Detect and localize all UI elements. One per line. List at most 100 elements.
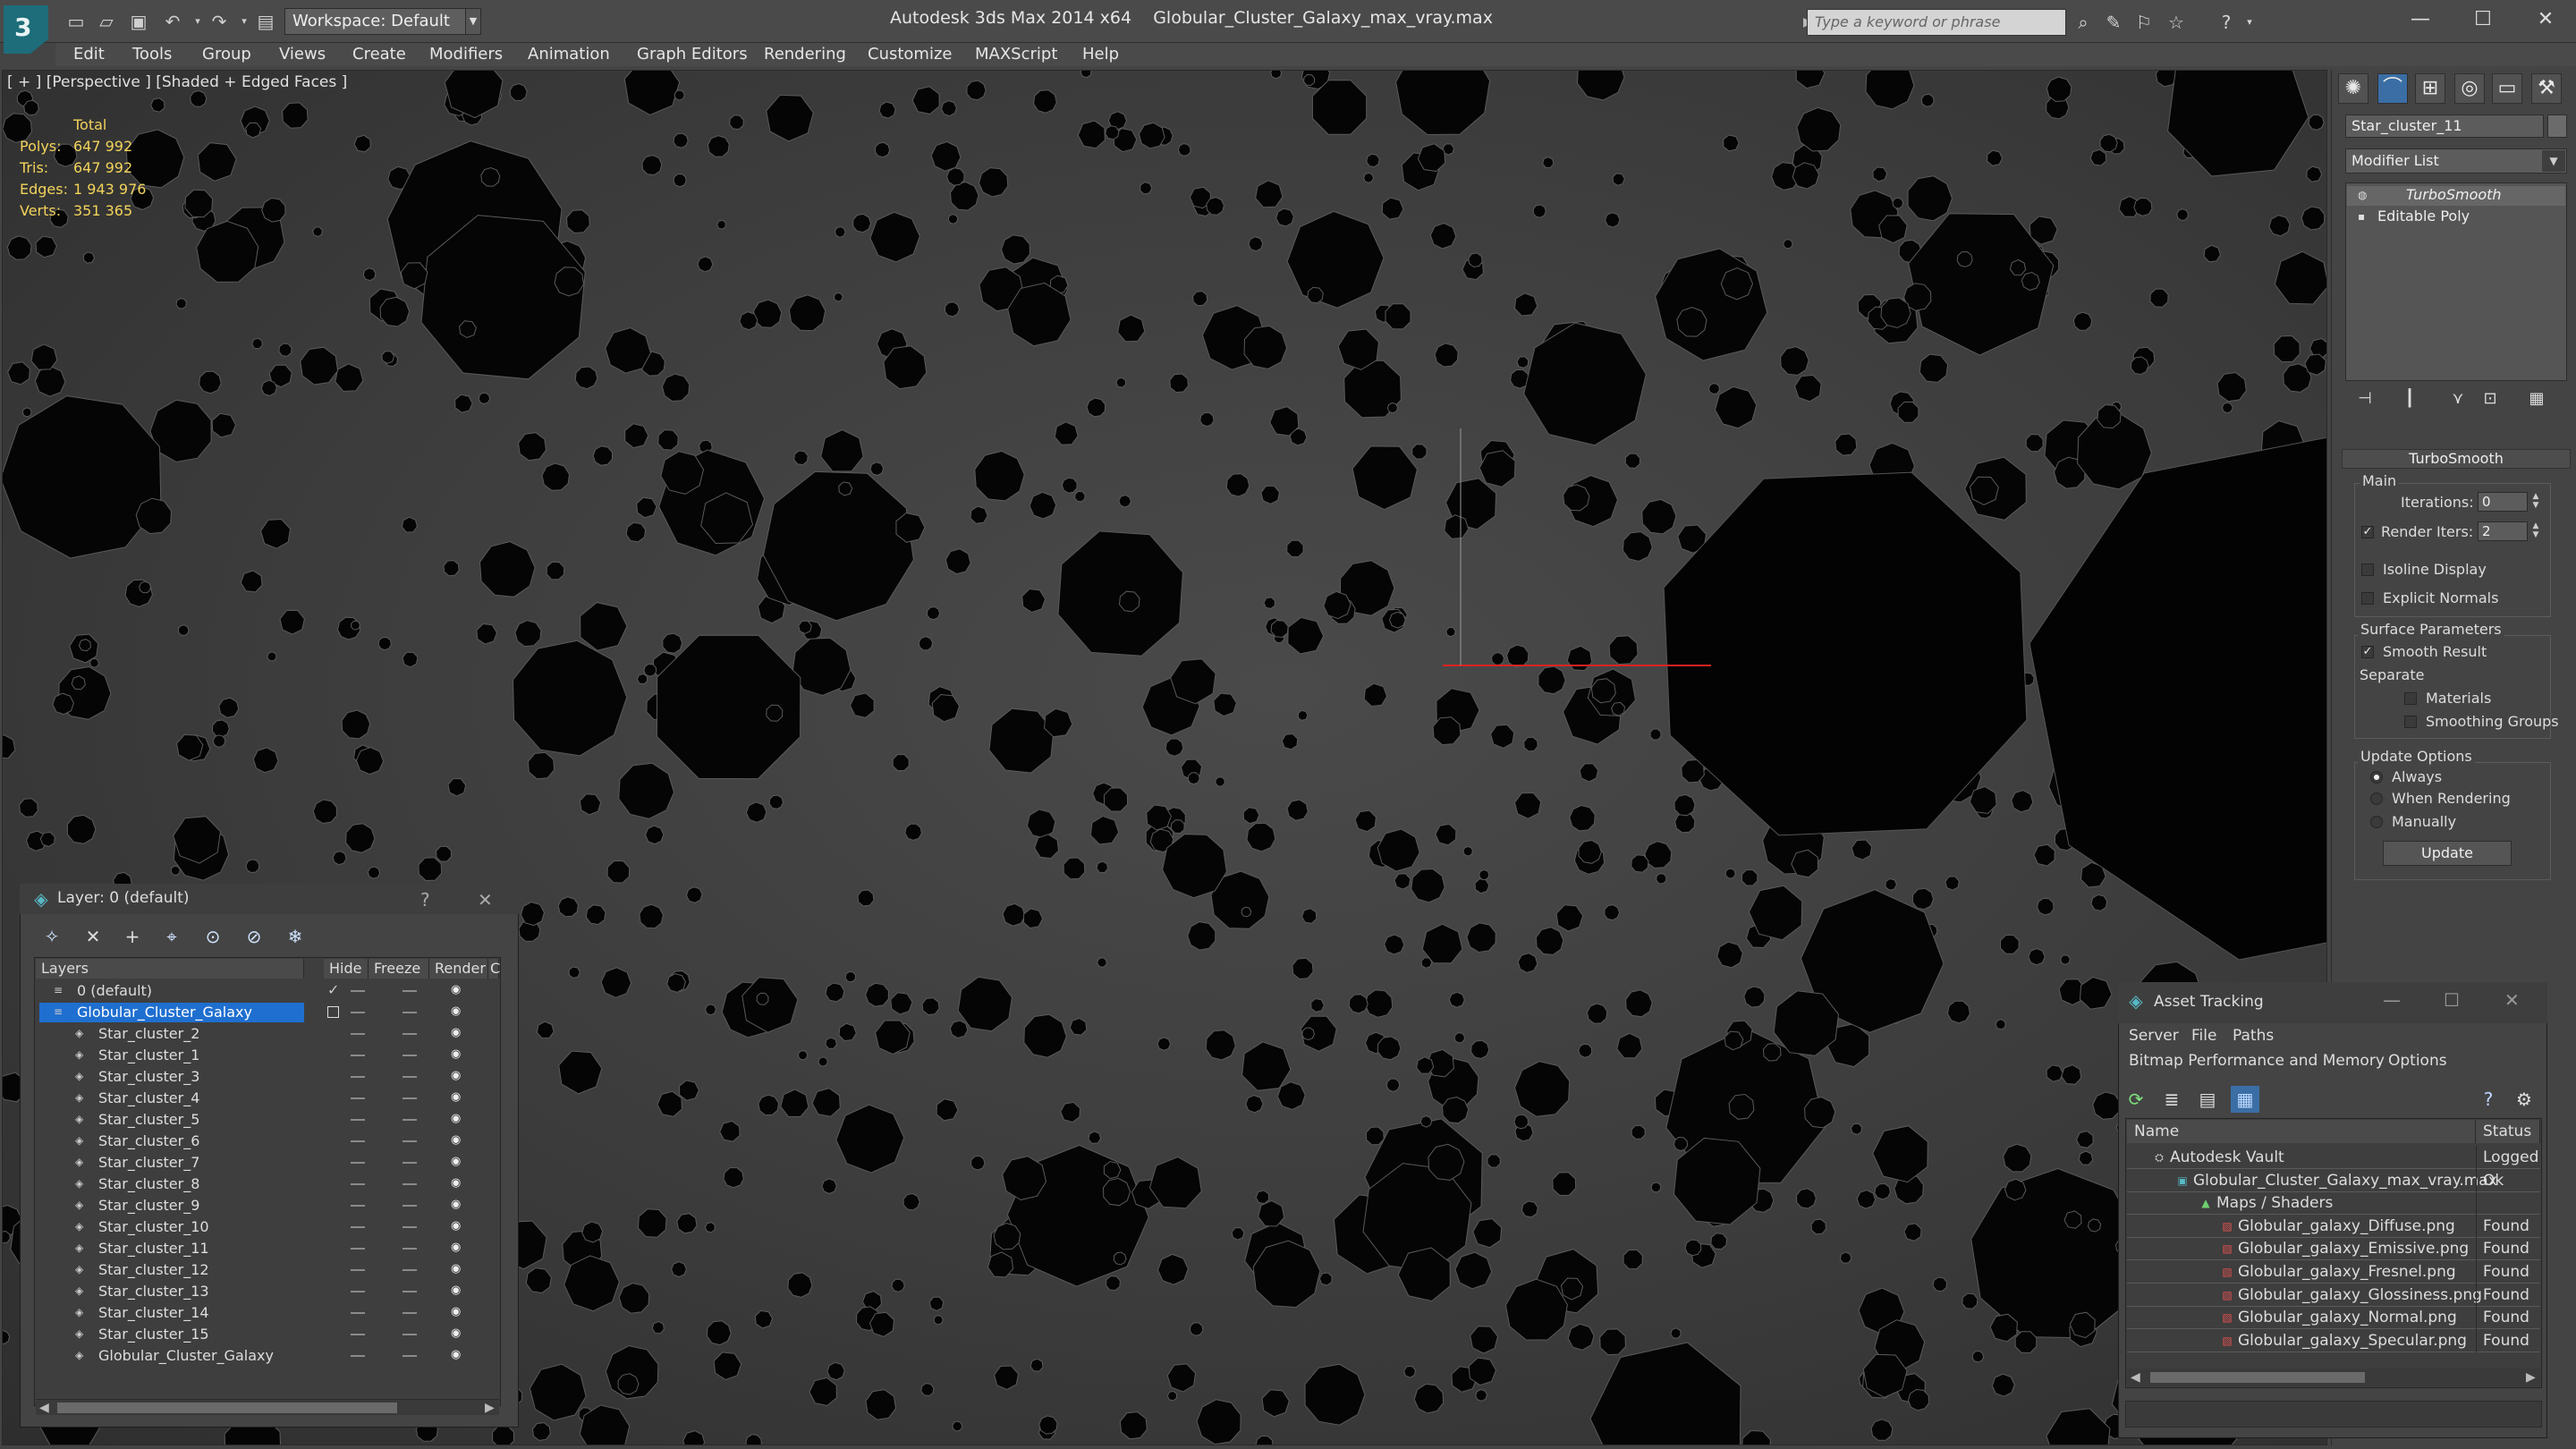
render-teapot-icon[interactable]: ◉ (451, 1005, 463, 1018)
menu-paths[interactable]: Paths (2233, 1027, 2274, 1045)
help-icon[interactable]: ? (2474, 1086, 2503, 1113)
hide-toggle[interactable] (351, 1226, 365, 1228)
layer-row[interactable]: ◈ Star_cluster_3 ◉ (36, 1066, 499, 1088)
freeze-toggle[interactable] (402, 1269, 417, 1271)
render-teapot-icon[interactable]: ◉ (451, 1306, 463, 1318)
layer-row[interactable]: ◈ Star_cluster_12 ◉ (36, 1259, 499, 1281)
asset-row[interactable]: ▧ Globular_galaxy_Emissive.png Found (2127, 1237, 2540, 1261)
col-render[interactable]: Render (429, 959, 488, 979)
help-button[interactable]: ? (420, 889, 430, 911)
layer-row[interactable]: ◈ Star_cluster_10 ◉ (36, 1216, 499, 1238)
render-teapot-icon[interactable]: ◉ (451, 1220, 463, 1233)
scrollbar-thumb[interactable] (2150, 1372, 2365, 1383)
scroll-right-icon[interactable]: ▶ (485, 1401, 495, 1415)
hide-toggle[interactable] (351, 1033, 365, 1035)
layer-row[interactable]: ≡ 0 (default) ✓ ◉ (36, 980, 499, 1002)
freeze-toggle[interactable] (402, 1140, 417, 1142)
layer-row[interactable]: ◈ Star_cluster_1 ◉ (36, 1045, 499, 1066)
hide-toggle[interactable] (351, 1055, 365, 1056)
viewport-label[interactable]: [ + ] [Perspective ] [Shaded + Edged Fac… (7, 73, 347, 91)
maximize-icon[interactable]: ☐ (2456, 4, 2510, 36)
smoothing-groups-checkbox[interactable] (2404, 716, 2417, 728)
stack-item-editable-poly[interactable]: Editable Poly (2377, 208, 2470, 225)
layer-row[interactable]: ◈ Star_cluster_9 ◉ (36, 1195, 499, 1216)
layer-row[interactable]: ◈ Star_cluster_6 ◉ (36, 1131, 499, 1152)
render-iters-spinner-icon[interactable]: ▲ ▼ (2529, 521, 2542, 541)
col-color[interactable]: C (488, 959, 500, 979)
menu-create[interactable]: Create (352, 43, 406, 66)
hide-toggle[interactable] (351, 1312, 365, 1314)
remove-modifier-icon[interactable]: ⊡ (2478, 386, 2503, 411)
maximize-icon[interactable]: ☐ (2444, 989, 2460, 1011)
hide-toggle[interactable] (351, 1076, 365, 1078)
search-input[interactable]: Type a keyword or phrase (1807, 9, 2066, 36)
hide-toggle[interactable] (351, 1355, 365, 1357)
app-logo-button[interactable]: 3 (4, 5, 48, 54)
layer-row[interactable]: ◈ Star_cluster_5 ◉ (36, 1109, 499, 1131)
freeze-toggle[interactable] (402, 1162, 417, 1164)
delete-layer-icon[interactable]: ✕ (79, 923, 107, 950)
help-icon[interactable]: ? (2215, 11, 2238, 34)
display-tab-icon[interactable]: ▭ (2492, 73, 2522, 104)
modify-tab-icon[interactable]: ⌒ (2377, 73, 2408, 104)
asset-row[interactable]: ▲ Maps / Shaders (2127, 1191, 2540, 1216)
chevron-down-icon[interactable]: ▼ (2542, 150, 2565, 172)
layer-row[interactable]: ◈ Globular_Cluster_Galaxy ◉ (36, 1345, 499, 1367)
add-to-layer-icon[interactable]: + (118, 923, 147, 950)
freeze-toggle[interactable] (402, 1119, 417, 1121)
close-button[interactable]: ✕ (478, 889, 493, 911)
settings-icon[interactable]: ⚙ (2510, 1086, 2538, 1113)
menu-modifiers[interactable]: Modifiers (429, 43, 503, 66)
isoline-display-checkbox[interactable] (2361, 564, 2374, 576)
configure-modifier-sets-icon[interactable]: ▦ (2524, 386, 2549, 411)
layer-row[interactable]: ◈ Star_cluster_13 ◉ (36, 1281, 499, 1302)
minimize-icon[interactable]: — (2383, 989, 2401, 1011)
close-icon[interactable]: ✕ (2519, 4, 2572, 36)
layer-row[interactable]: ◈ Star_cluster_14 ◉ (36, 1302, 499, 1324)
highlight-layer-icon[interactable]: ⊙ (199, 923, 227, 950)
when-rendering-radio[interactable] (2370, 792, 2383, 805)
expand-plus-icon[interactable]: ▪ (2358, 211, 2368, 222)
asset-row[interactable]: ▧ Globular_galaxy_Diffuse.png Found (2127, 1214, 2540, 1238)
make-unique-icon[interactable]: ⋎ (2445, 386, 2470, 411)
lightbulb-icon[interactable]: ◍ (2358, 190, 2368, 200)
freeze-all-layers-icon[interactable]: ❄ (281, 923, 309, 950)
render-iters-input[interactable]: 2 (2478, 521, 2528, 541)
freeze-toggle[interactable] (402, 1291, 417, 1292)
menu-help[interactable]: Help (1082, 43, 1119, 66)
menu-views[interactable]: Views (279, 43, 326, 66)
freeze-toggle[interactable] (402, 1012, 417, 1013)
freeze-toggle[interactable] (402, 1355, 417, 1357)
current-layer-check-icon[interactable]: ✓ (327, 983, 340, 997)
layer-row[interactable]: ◈ Star_cluster_2 ◉ (36, 1023, 499, 1045)
always-radio[interactable] (2370, 771, 2383, 784)
asset-row[interactable]: ▧ Globular_galaxy_Normal.png Found (2127, 1306, 2540, 1330)
freeze-toggle[interactable] (402, 1033, 417, 1035)
render-teapot-icon[interactable]: ◉ (451, 1156, 463, 1168)
motion-tab-icon[interactable]: ◎ (2454, 73, 2485, 104)
layer-row[interactable]: ◈ Star_cluster_8 ◉ (36, 1174, 499, 1195)
explicit-normals-checkbox[interactable] (2361, 592, 2374, 605)
favorites-star-icon[interactable]: ☆ (2165, 11, 2188, 34)
hierarchy-tab-icon[interactable]: ⊞ (2415, 73, 2445, 104)
freeze-toggle[interactable] (402, 1334, 417, 1335)
freeze-toggle[interactable] (402, 1183, 417, 1185)
new-layer-icon[interactable]: ✧ (38, 923, 66, 950)
freeze-toggle[interactable] (402, 1312, 417, 1314)
render-iters-checkbox[interactable]: ✓ (2361, 526, 2374, 538)
render-teapot-icon[interactable]: ◉ (451, 1327, 463, 1340)
grid-view-icon[interactable]: ▦ (2231, 1086, 2259, 1113)
layer-row[interactable]: ◈ Star_cluster_7 ◉ (36, 1152, 499, 1174)
subscription-icon[interactable]: ✎ (2102, 11, 2125, 34)
menu-server[interactable]: Server (2129, 1027, 2179, 1045)
object-color-swatch[interactable] (2547, 114, 2567, 138)
select-in-layer-icon[interactable]: ⌖ (157, 923, 186, 950)
open-folder-icon[interactable]: ▱ (95, 11, 118, 32)
pin-stack-icon[interactable]: ⊣ (2352, 386, 2377, 411)
manually-radio[interactable] (2370, 816, 2383, 828)
menu-maxscript[interactable]: MAXScript (975, 43, 1057, 66)
iterations-input[interactable]: 0 (2478, 492, 2528, 512)
list-view-icon[interactable]: ≣ (2157, 1086, 2186, 1113)
asset-row[interactable]: ▣ Globular_Cluster_Galaxy_max_vray.max Ok (2127, 1168, 2540, 1192)
hide-toggle[interactable] (351, 1334, 365, 1335)
